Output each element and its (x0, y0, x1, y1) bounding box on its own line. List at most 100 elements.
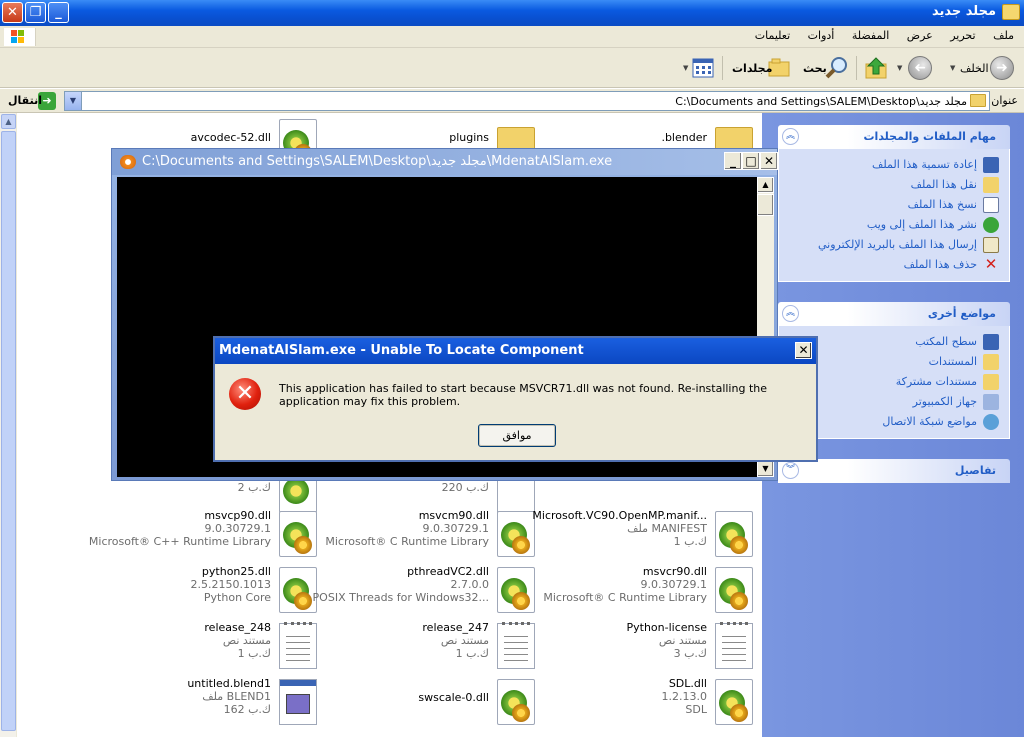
task-label[interactable]: نشر هذا الملف إلى ويب (867, 218, 977, 231)
file-name: python25.dll (201, 565, 271, 578)
close-button[interactable]: ✕ (795, 342, 812, 359)
details-panel: ︾ تفاصيل (778, 459, 1010, 483)
close-button[interactable]: ✕ (2, 2, 23, 23)
file-size: ك.ب 220 (441, 481, 489, 494)
file-description: SDL (685, 703, 707, 716)
file-item[interactable]: release_248 مستند نص ك.ب 1 (87, 621, 317, 673)
menu-favorites[interactable]: المفضلة (852, 29, 889, 42)
file-item[interactable]: Python-license مستند نص ك.ب 3 (523, 621, 753, 673)
collapse-icon[interactable]: ︽ (782, 305, 799, 322)
task-publish[interactable]: نشر هذا الملف إلى ويب (779, 215, 1009, 235)
back-dropdown-icon[interactable]: ▼ (950, 64, 955, 72)
vertical-scrollbar[interactable]: ▲ (0, 113, 17, 737)
views-dropdown-icon[interactable]: ▼ (683, 64, 688, 72)
file-item[interactable]: SDL.dll 1.2.13.0 SDL (523, 677, 753, 729)
file-item[interactable]: swscale-0.dll (305, 677, 535, 729)
back-button-label[interactable]: الخلف (960, 62, 989, 75)
collapse-icon[interactable]: ︽ (782, 128, 799, 145)
file-item[interactable]: pthreadVC2.dll 2.7.0.0 POSIX Threads for W… (305, 565, 535, 617)
file-description: POSIX Threads for Windows32... (312, 591, 489, 604)
views-icon[interactable] (692, 58, 714, 78)
file-name: release_248 (204, 621, 271, 634)
menu-help[interactable]: تعليمات (755, 29, 790, 42)
file-size: ك.ب 162 (223, 703, 271, 716)
file-size: ك.ب 3 (673, 647, 707, 660)
file-name: msvcm90.dll (418, 509, 489, 522)
scrollbar-thumb[interactable] (1, 131, 16, 731)
search-button-label[interactable]: بحث (803, 62, 827, 75)
file-item[interactable]: release_247 مستند نص ك.ب 1 (305, 621, 535, 673)
file-size: ك.ب 2 (237, 481, 271, 494)
file-item[interactable]: python25.dll 2.5.2150.1013 Python Core (87, 565, 317, 617)
dialog-title: MdenatAlSlam.exe - Unable To Locate Comp… (219, 343, 584, 358)
maximize-button[interactable]: □ (742, 152, 760, 170)
task-label[interactable]: حذف هذا الملف (904, 258, 977, 271)
back-arrow-icon[interactable]: ➜ (990, 56, 1014, 80)
file-item[interactable]: msvcr90.dll 9.0.30729.1 Microsoft® C Runti… (523, 565, 753, 617)
task-rename[interactable]: إعادة تسمية هذا الملف (779, 155, 1009, 175)
file-item[interactable]: msvcp90.dll 9.0.30729.1 Microsoft® C++ Run… (87, 509, 317, 561)
details-title: تفاصيل (954, 464, 996, 477)
place-label[interactable]: المستندات (929, 355, 977, 368)
menu-view[interactable]: عرض (907, 29, 933, 42)
file-tasks-title: مهام الملفات والمجلدات (863, 130, 997, 143)
place-label[interactable]: سطح المكتب (915, 335, 977, 348)
address-input[interactable]: ▼ C:\Documents and Settings\SALEM\Deskto… (64, 91, 990, 111)
network-icon (983, 414, 999, 430)
ok-button[interactable]: موافق (478, 424, 556, 447)
file-description: Microsoft® C++ Runtime Library (88, 535, 271, 548)
window-titlebar: ✕ ❐ _ مجلد جديد (0, 0, 1024, 26)
task-label[interactable]: نقل هذا الملف (911, 178, 977, 191)
folders-button-label[interactable]: مجلدات (732, 62, 772, 75)
dialog-titlebar: MdenatAlSlam.exe - Unable To Locate Comp… (215, 338, 816, 364)
computer-icon (983, 394, 999, 410)
forward-dropdown-icon[interactable]: ▼ (897, 64, 902, 72)
minimize-button[interactable]: _ (724, 152, 742, 170)
other-places-header[interactable]: ︽ مواضع أخرى (778, 302, 1010, 326)
up-folder-icon[interactable] (864, 56, 888, 80)
file-tasks-header[interactable]: ︽ مهام الملفات والمجلدات (778, 125, 1010, 149)
menu-tools[interactable]: أدوات (808, 29, 835, 42)
file-item[interactable]: untitled.blend1 ملف BLEND1 ك.ب 162 (87, 677, 317, 729)
expand-icon[interactable]: ︾ (782, 462, 799, 479)
scroll-up-icon[interactable]: ▲ (757, 177, 774, 193)
dll-icon (715, 679, 753, 725)
menu-file[interactable]: ملف (993, 29, 1014, 42)
details-header[interactable]: ︾ تفاصيل (778, 459, 1010, 483)
search-icon[interactable] (824, 56, 850, 80)
go-button[interactable]: انتقال (8, 94, 42, 107)
forward-arrow-icon[interactable]: ➜ (908, 56, 932, 80)
file-name: pthreadVC2.dll (407, 565, 489, 578)
task-delete[interactable]: ✕ حذف هذا الملف (779, 255, 1009, 275)
error-dialog: MdenatAlSlam.exe - Unable To Locate Comp… (213, 336, 818, 462)
task-email[interactable]: إرسال هذا الملف بالبريد الإلكتروني (779, 235, 1009, 255)
task-label[interactable]: إعادة تسمية هذا الملف (872, 158, 977, 171)
task-move[interactable]: نقل هذا الملف (779, 175, 1009, 195)
file-item[interactable]: msvcm90.dll 9.0.30729.1 Microsoft® C Runti… (305, 509, 535, 561)
scrollbar-thumb[interactable] (757, 194, 774, 216)
menu-edit[interactable]: تحرير (950, 29, 975, 42)
close-button[interactable]: ✕ (760, 152, 778, 170)
file-name: SDL.dll (668, 677, 707, 690)
file-item[interactable]: Microsoft.VC90.OpenMP.manif... ملف MANIFE… (523, 509, 753, 561)
address-dropdown-icon[interactable]: ▼ (65, 92, 82, 110)
place-label[interactable]: مواضع شبكة الاتصال (882, 415, 977, 428)
restore-button[interactable]: ❐ (25, 2, 46, 23)
minimize-button[interactable]: _ (48, 2, 69, 23)
desktop-icon (983, 334, 999, 350)
address-path[interactable]: C:\Documents and Settings\SALEM\Desktop\… (675, 95, 967, 108)
file-name: .blender (661, 131, 707, 144)
toolbar: ➜ الخلف ▼ ➜ ▼ بحث مجلدات ▼ (0, 48, 1024, 88)
scroll-up-icon[interactable]: ▲ (1, 114, 16, 129)
task-label[interactable]: نسخ هذا الملف (908, 198, 977, 211)
place-label[interactable]: جهاز الكمبيوتر (913, 395, 977, 408)
scroll-down-icon[interactable]: ▼ (757, 461, 774, 477)
file-size: ك.ب 1 (455, 647, 489, 660)
move-icon (983, 177, 999, 193)
task-label[interactable]: إرسال هذا الملف بالبريد الإلكتروني (818, 238, 977, 251)
task-copy[interactable]: نسخ هذا الملف (779, 195, 1009, 215)
address-label: عنوان (991, 94, 1018, 107)
place-label[interactable]: مستندات مشتركة (896, 375, 977, 388)
file-type: مستند نص (440, 634, 489, 647)
file-size: ك.ب 1 (237, 647, 271, 660)
